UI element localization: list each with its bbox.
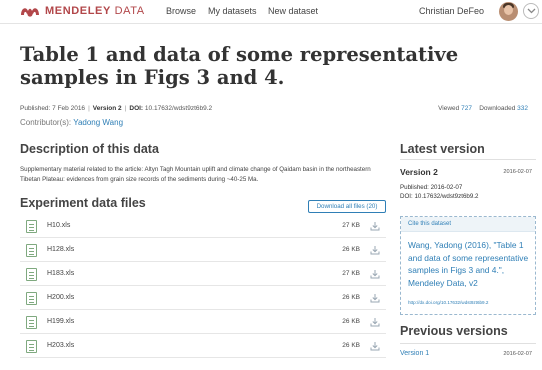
viewed-label: Viewed <box>438 105 460 112</box>
file-size: 26 KB <box>342 246 360 253</box>
contributor-link[interactable]: Yadong Wang <box>73 118 123 127</box>
nav-my-datasets[interactable]: My datasets <box>208 6 257 16</box>
mendeley-data-logo[interactable]: MENDELEY DATA <box>20 5 145 17</box>
description-heading: Description of this data <box>20 142 159 156</box>
published-date: Published: 7 Feb 2016 <box>20 105 86 112</box>
file-size: 27 KB <box>342 270 360 277</box>
user-name[interactable]: Christian DeFeo <box>419 6 484 16</box>
citation-text[interactable]: Wang, Yadong (2016), "Table 1 and data o… <box>408 239 532 289</box>
citation-header: Cite this dataset <box>401 217 535 232</box>
file-size: 27 KB <box>342 222 360 229</box>
download-icon[interactable] <box>370 317 380 327</box>
download-icon[interactable] <box>370 245 380 255</box>
doi-label: DOI: <box>129 105 144 112</box>
divider <box>400 343 536 344</box>
cite-label: Cite this dataset <box>408 221 452 227</box>
spreadsheet-file-icon <box>26 340 37 353</box>
citation-url[interactable]: http://dx.doi.org/10.17632/wdst9zt6b9.2 <box>408 300 488 305</box>
contributors-label: Contributor(s): <box>20 118 72 127</box>
logo-text: MENDELEY DATA <box>45 5 145 17</box>
previous-version-link[interactable]: Version 1 <box>400 350 429 357</box>
latest-version-label: Version 2 <box>400 167 438 177</box>
dataset-stats: Viewed 727 Downloaded 332 <box>438 105 528 112</box>
file-name[interactable]: H10.xls <box>47 222 70 229</box>
download-icon[interactable] <box>370 293 380 303</box>
page-title: Table 1 and data of some representative … <box>20 43 459 89</box>
files-heading: Experiment data files <box>20 196 146 210</box>
file-size: 26 KB <box>342 342 360 349</box>
file-size: 26 KB <box>342 294 360 301</box>
avatar-face <box>504 5 513 15</box>
latest-doi: DOI: 10.17632/wdst9zt6b9.2 <box>400 193 479 200</box>
file-name[interactable]: H203.xls <box>47 342 74 349</box>
previous-versions-heading: Previous versions <box>400 324 508 338</box>
file-name[interactable]: H200.xls <box>47 294 74 301</box>
file-row[interactable]: H183.xls 27 KB <box>20 262 386 286</box>
citation-box: Cite this dataset Wang, Yadong (2016), "… <box>400 216 536 315</box>
file-name[interactable]: H128.xls <box>47 246 74 253</box>
download-icon[interactable] <box>370 341 380 351</box>
description-text: Supplementary material related to the ar… <box>20 166 371 183</box>
nav-new-dataset[interactable]: New dataset <box>268 6 318 16</box>
file-name[interactable]: H183.xls <box>47 270 74 277</box>
file-size: 26 KB <box>342 318 360 325</box>
download-all-button[interactable]: Download all files (20) <box>308 200 386 213</box>
downloaded-count: 332 <box>517 105 528 112</box>
file-row[interactable]: H199.xls 26 KB <box>20 310 386 334</box>
spreadsheet-file-icon <box>26 220 37 233</box>
file-row[interactable]: H10.xls 27 KB <box>20 214 386 238</box>
download-icon[interactable] <box>370 269 380 279</box>
latest-published-date: Published: 2016-02-07 <box>400 184 463 191</box>
file-row[interactable]: H200.xls 26 KB <box>20 286 386 310</box>
latest-version-heading: Latest version <box>400 142 485 156</box>
spreadsheet-file-icon <box>26 316 37 329</box>
mendeley-logo-icon <box>21 8 39 17</box>
spreadsheet-file-icon <box>26 292 37 305</box>
chevron-down-icon <box>527 8 536 14</box>
user-menu-button[interactable] <box>523 3 539 19</box>
previous-version-date: 2016-02-07 <box>503 351 532 357</box>
doi-value: 10.17632/wdst9zt6b9.2 <box>144 105 213 112</box>
nav-browse[interactable]: Browse <box>166 6 196 16</box>
avatar[interactable] <box>499 2 518 21</box>
download-icon[interactable] <box>370 221 380 231</box>
viewed-count: 727 <box>461 105 472 112</box>
downloaded-label: Downloaded <box>479 105 516 112</box>
spreadsheet-file-icon <box>26 268 37 281</box>
contributors: Contributor(s): Yadong Wang <box>20 118 123 127</box>
file-row[interactable]: H203.xls 26 KB <box>20 334 386 358</box>
latest-version-date: 2016-02-07 <box>503 169 532 175</box>
file-row[interactable]: H128.xls 26 KB <box>20 238 386 262</box>
spreadsheet-file-icon <box>26 244 37 257</box>
file-name[interactable]: H199.xls <box>47 318 74 325</box>
version-label: Version 2 <box>92 105 122 112</box>
top-navigation-bar: MENDELEY DATA Browse My datasets New dat… <box>0 0 542 24</box>
publication-meta: Published: 7 Feb 2016 | Version 2 | DOI: 10.… <box>20 105 213 112</box>
divider <box>400 159 536 160</box>
